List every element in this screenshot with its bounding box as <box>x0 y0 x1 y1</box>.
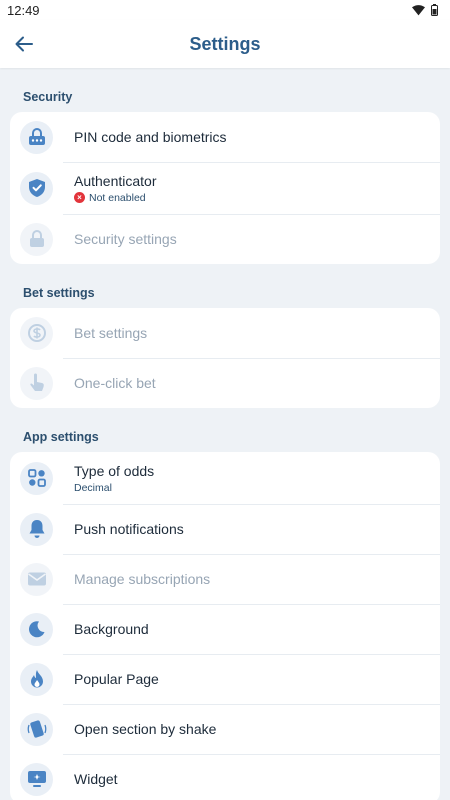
app-bar: Settings <box>0 20 450 68</box>
error-x-icon: × <box>74 192 85 203</box>
widget-icon <box>20 762 53 796</box>
grid-icon <box>20 461 53 495</box>
type-of-odds-label: Type of odds <box>74 462 155 479</box>
bet-card: Bet settings One-click bet <box>10 308 440 408</box>
battery-icon <box>431 4 438 16</box>
section-title-app: App settings <box>23 430 99 444</box>
bell-icon <box>20 512 53 546</box>
page-title: Settings <box>189 33 261 54</box>
arrow-left-icon <box>15 36 33 52</box>
status-time: 12:49 <box>7 2 40 18</box>
status-icons <box>412 4 438 16</box>
manage-subscriptions-row[interactable]: Manage subscriptions <box>10 554 440 604</box>
popular-page-label: Popular Page <box>74 671 159 687</box>
shake-label: Open section by shake <box>74 721 217 737</box>
widget-label: Widget <box>74 771 118 787</box>
popular-page-row[interactable]: Popular Page <box>10 654 440 704</box>
shield-check-icon <box>20 171 53 205</box>
shake-row[interactable]: Open section by shake <box>10 704 440 754</box>
back-button[interactable] <box>12 32 36 56</box>
status-bar: 12:49 <box>0 0 450 20</box>
settings-content: Security PIN code and biometrics Authent… <box>0 68 450 800</box>
wifi-icon <box>412 4 425 15</box>
authenticator-status: × Not enabled <box>74 192 157 204</box>
moon-icon <box>20 612 53 646</box>
security-card: PIN code and biometrics Authenticator × … <box>10 112 440 264</box>
app-card: Type of odds Decimal Push notifications … <box>10 452 440 800</box>
type-of-odds-value: Decimal <box>74 481 112 494</box>
background-row[interactable]: Background <box>10 604 440 654</box>
bet-settings-label: Bet settings <box>74 325 148 341</box>
one-click-bet-row[interactable]: One-click bet <box>10 358 440 408</box>
pin-code-row[interactable]: PIN code and biometrics <box>10 112 440 162</box>
tap-hand-icon <box>20 366 53 400</box>
manage-subscriptions-label: Manage subscriptions <box>74 571 211 587</box>
section-title-security: Security <box>23 90 73 104</box>
section-title-bet: Bet settings <box>23 286 95 300</box>
type-of-odds-row[interactable]: Type of odds Decimal <box>10 452 440 504</box>
shake-phone-icon <box>20 712 53 746</box>
one-click-bet-label: One-click bet <box>74 375 156 391</box>
background-label: Background <box>74 621 149 637</box>
security-settings-row[interactable]: Security settings <box>10 214 440 264</box>
mail-icon <box>20 562 53 596</box>
widget-row[interactable]: Widget <box>10 754 440 800</box>
authenticator-row[interactable]: Authenticator × Not enabled <box>10 162 440 214</box>
security-settings-label: Security settings <box>74 231 177 247</box>
flame-icon <box>20 662 53 696</box>
authenticator-status-text: Not enabled <box>89 191 146 204</box>
authenticator-label: Authenticator <box>74 172 157 189</box>
push-notifications-row[interactable]: Push notifications <box>10 504 440 554</box>
dollar-coin-icon <box>20 316 53 350</box>
pin-code-label: PIN code and biometrics <box>74 129 227 145</box>
pin-lock-icon <box>20 120 53 154</box>
push-notifications-label: Push notifications <box>74 521 184 537</box>
bet-settings-row[interactable]: Bet settings <box>10 308 440 358</box>
lock-icon <box>20 222 53 256</box>
